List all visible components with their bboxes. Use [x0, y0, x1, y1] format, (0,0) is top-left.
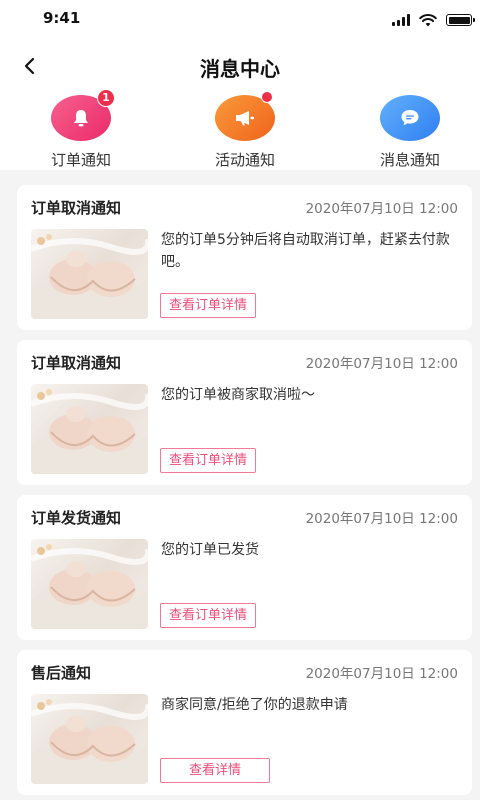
notification-title: 订单取消通知 [31, 354, 122, 372]
notification-time: 2020年07月10日 12:00 [305, 356, 458, 372]
megaphone-icon [236, 111, 254, 126]
notification-card[interactable]: 订单取消通知 2020年07月10日 12:00 您的订单5分钟后将自动取消订单… [17, 185, 472, 330]
unread-dot-badge [261, 91, 273, 103]
notification-message: 商家同意/拒绝了你的退款申请 [161, 697, 348, 713]
notification-card[interactable]: 订单发货通知 2020年07月10日 12:00 您的订单已发货 查看订单详情 [17, 495, 472, 640]
category-label: 订单通知 [50, 151, 111, 169]
view-order-details-button[interactable]: 查看订单详情 [160, 448, 257, 473]
view-details-button[interactable]: 查看详情 [160, 758, 270, 783]
view-order-details-button[interactable]: 查看订单详情 [160, 293, 257, 318]
notification-message: 您的订单已发货 [161, 542, 259, 558]
battery-icon [446, 14, 475, 26]
category-order-notification[interactable]: 1 订单通知 [31, 89, 131, 170]
chat-bubble-icon [401, 110, 419, 126]
product-thumbnail [31, 229, 148, 319]
product-thumbnail [31, 694, 148, 784]
notification-card[interactable]: 订单取消通知 2020年07月10日 12:00 您的订单被商家取消啦～ 查看订… [17, 340, 472, 485]
notification-title: 售后通知 [31, 664, 92, 682]
category-icon-circle: 1 [51, 89, 115, 141]
wifi-icon [419, 13, 437, 26]
bell-icon [74, 110, 88, 127]
status-time: 9:41 [43, 9, 81, 27]
category-label: 消息通知 [379, 151, 440, 169]
notification-time: 2020年07月10日 12:00 [305, 511, 458, 527]
status-bar: 9:41 [0, 0, 480, 40]
product-thumbnail [31, 539, 148, 629]
unread-count-badge: 1 [97, 89, 115, 107]
category-activity-notification[interactable]: 活动通知 [195, 91, 295, 170]
notification-time: 2020年07月10日 12:00 [305, 666, 458, 682]
category-icon-circle [380, 95, 440, 141]
category-message-notification[interactable]: 消息通知 [360, 95, 460, 170]
status-icons [392, 12, 475, 28]
notification-time: 2020年07月10日 12:00 [305, 201, 458, 217]
message-center-screen: 9:41 消息中心 1 订单通知 活动通知 消息通知 订单取消通知 2020年0… [0, 0, 480, 800]
cellular-signal-icon [392, 14, 410, 26]
page-title: 消息中心 [200, 57, 280, 81]
category-label: 活动通知 [214, 151, 275, 169]
product-thumbnail [31, 384, 148, 474]
notification-title: 订单发货通知 [31, 509, 122, 527]
header: 消息中心 1 订单通知 活动通知 消息通知 [0, 40, 480, 170]
notification-message: 您的订单被商家取消啦～ [161, 387, 315, 403]
view-order-details-button[interactable]: 查看订单详情 [160, 603, 257, 628]
notification-card[interactable]: 售后通知 2020年07月10日 12:00 商家同意/拒绝了你的退款申请 查看… [17, 650, 472, 795]
notification-title: 订单取消通知 [31, 199, 122, 217]
notification-message: 您的订单5分钟后将自动取消订单，赶紧去付款吧。 [161, 232, 450, 270]
category-icon-circle [215, 91, 275, 141]
